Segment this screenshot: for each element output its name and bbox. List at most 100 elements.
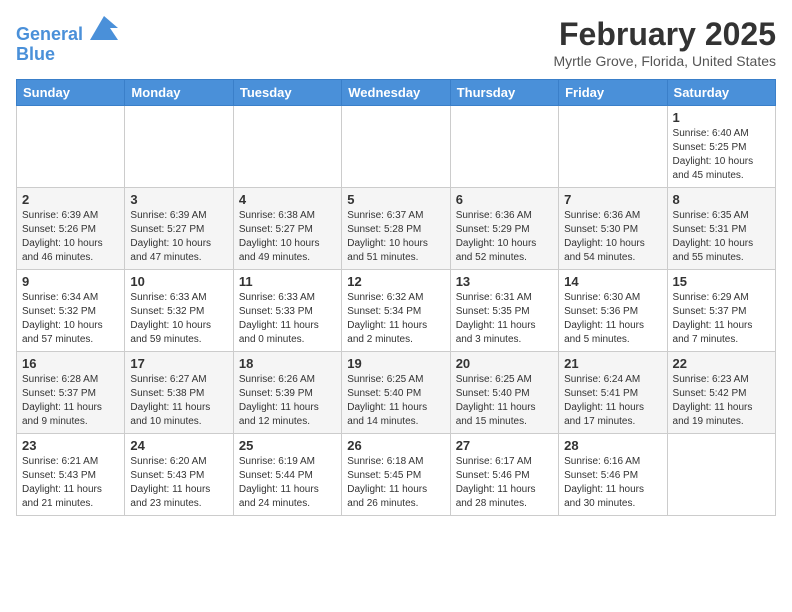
calendar-cell: 14 Sunrise: 6:30 AM Sunset: 5:36 PM Dayli… — [559, 270, 667, 352]
day-number: 9 — [22, 274, 119, 289]
week-row-2: 9 Sunrise: 6:34 AM Sunset: 5:32 PM Daylig… — [17, 270, 776, 352]
weekday-header-tuesday: Tuesday — [233, 80, 341, 106]
day-info: Sunrise: 6:23 AM Sunset: 5:42 PM Dayligh… — [673, 373, 770, 429]
day-info: Sunrise: 6:40 AM Sunset: 5:25 PM Dayligh… — [673, 127, 770, 183]
calendar-cell: 7Sunrise: 6:36 AM Sunset: 5:30 PM Daylig… — [559, 188, 667, 270]
day-number: 3 — [130, 192, 227, 207]
day-info: Sunrise: 6:25 AM Sunset: 5:40 PM Dayligh… — [347, 373, 444, 429]
calendar-cell — [667, 434, 775, 516]
day-number: 26 — [347, 438, 444, 453]
calendar-cell: 18Sunrise: 6:26 AM Sunset: 5:39 PM Dayli… — [233, 352, 341, 434]
weekday-header-sunday: Sunday — [17, 80, 125, 106]
day-info: Sunrise: 6:19 AM Sunset: 5:44 PM Dayligh… — [239, 455, 336, 511]
day-number: 19 — [347, 356, 444, 371]
calendar-cell: 4 Sunrise: 6:38 AM Sunset: 5:27 PM Daylig… — [233, 188, 341, 270]
calendar-cell: 12 Sunrise: 6:32 AM Sunset: 5:34 PM Dayli… — [342, 270, 450, 352]
day-info: Sunrise: 6:34 AM Sunset: 5:32 PM Dayligh… — [22, 291, 119, 347]
day-info: Sunrise: 6:24 AM Sunset: 5:41 PM Dayligh… — [564, 373, 661, 429]
calendar-cell: 24Sunrise: 6:20 AM Sunset: 5:43 PM Dayli… — [125, 434, 233, 516]
calendar-body: 1Sunrise: 6:40 AM Sunset: 5:25 PM Daylig… — [17, 106, 776, 516]
day-info: Sunrise: 6:16 AM Sunset: 5:46 PM Dayligh… — [564, 455, 661, 511]
week-row-3: 16Sunrise: 6:28 AM Sunset: 5:37 PM Dayli… — [17, 352, 776, 434]
calendar-cell — [233, 106, 341, 188]
day-number: 22 — [673, 356, 770, 371]
calendar-cell: 20 Sunrise: 6:25 AM Sunset: 5:40 PM Dayli… — [450, 352, 558, 434]
day-number: 25 — [239, 438, 336, 453]
logo-icon — [90, 16, 118, 40]
week-row-4: 23 Sunrise: 6:21 AM Sunset: 5:43 PM Dayli… — [17, 434, 776, 516]
weekday-header-saturday: Saturday — [667, 80, 775, 106]
day-number: 17 — [130, 356, 227, 371]
calendar-cell — [450, 106, 558, 188]
day-number: 16 — [22, 356, 119, 371]
day-number: 12 — [347, 274, 444, 289]
calendar-cell: 15 Sunrise: 6:29 AM Sunset: 5:37 PM Dayli… — [667, 270, 775, 352]
weekday-header-monday: Monday — [125, 80, 233, 106]
calendar-cell: 17 Sunrise: 6:27 AM Sunset: 5:38 PM Dayli… — [125, 352, 233, 434]
day-info: Sunrise: 6:38 AM Sunset: 5:27 PM Dayligh… — [239, 209, 336, 265]
logo-text: General Blue — [16, 16, 118, 65]
day-info: Sunrise: 6:29 AM Sunset: 5:37 PM Dayligh… — [673, 291, 770, 347]
calendar-cell: 22 Sunrise: 6:23 AM Sunset: 5:42 PM Dayli… — [667, 352, 775, 434]
day-info: Sunrise: 6:30 AM Sunset: 5:36 PM Dayligh… — [564, 291, 661, 347]
weekday-header-wednesday: Wednesday — [342, 80, 450, 106]
weekday-header-row: SundayMondayTuesdayWednesdayThursdayFrid… — [17, 80, 776, 106]
day-info: Sunrise: 6:39 AM Sunset: 5:27 PM Dayligh… — [130, 209, 227, 265]
day-number: 4 — [239, 192, 336, 207]
logo-line2: Blue — [16, 44, 55, 64]
page-header: General Blue February 2025 Myrtle Grove,… — [16, 16, 776, 69]
day-info: Sunrise: 6:25 AM Sunset: 5:40 PM Dayligh… — [456, 373, 553, 429]
day-number: 20 — [456, 356, 553, 371]
day-number: 8 — [673, 192, 770, 207]
logo: General Blue — [16, 16, 118, 65]
calendar-cell: 1Sunrise: 6:40 AM Sunset: 5:25 PM Daylig… — [667, 106, 775, 188]
calendar-cell — [125, 106, 233, 188]
day-info: Sunrise: 6:33 AM Sunset: 5:33 PM Dayligh… — [239, 291, 336, 347]
calendar-cell: 28 Sunrise: 6:16 AM Sunset: 5:46 PM Dayli… — [559, 434, 667, 516]
calendar-cell: 8Sunrise: 6:35 AM Sunset: 5:31 PM Daylig… — [667, 188, 775, 270]
day-number: 27 — [456, 438, 553, 453]
calendar-cell: 16Sunrise: 6:28 AM Sunset: 5:37 PM Dayli… — [17, 352, 125, 434]
day-info: Sunrise: 6:36 AM Sunset: 5:30 PM Dayligh… — [564, 209, 661, 265]
day-info: Sunrise: 6:27 AM Sunset: 5:38 PM Dayligh… — [130, 373, 227, 429]
day-info: Sunrise: 6:17 AM Sunset: 5:46 PM Dayligh… — [456, 455, 553, 511]
title-block: February 2025 Myrtle Grove, Florida, Uni… — [553, 16, 776, 69]
calendar-cell: 23 Sunrise: 6:21 AM Sunset: 5:43 PM Dayli… — [17, 434, 125, 516]
day-number: 28 — [564, 438, 661, 453]
day-number: 2 — [22, 192, 119, 207]
calendar-cell: 21 Sunrise: 6:24 AM Sunset: 5:41 PM Dayli… — [559, 352, 667, 434]
logo-line1: General — [16, 24, 83, 44]
calendar-cell: 26 Sunrise: 6:18 AM Sunset: 5:45 PM Dayli… — [342, 434, 450, 516]
day-info: Sunrise: 6:32 AM Sunset: 5:34 PM Dayligh… — [347, 291, 444, 347]
calendar-table: SundayMondayTuesdayWednesdayThursdayFrid… — [16, 79, 776, 516]
week-row-1: 2 Sunrise: 6:39 AM Sunset: 5:26 PM Daylig… — [17, 188, 776, 270]
calendar-cell — [559, 106, 667, 188]
weekday-header-friday: Friday — [559, 80, 667, 106]
calendar-cell: 3 Sunrise: 6:39 AM Sunset: 5:27 PM Daylig… — [125, 188, 233, 270]
calendar-cell: 13Sunrise: 6:31 AM Sunset: 5:35 PM Dayli… — [450, 270, 558, 352]
calendar-cell: 25 Sunrise: 6:19 AM Sunset: 5:44 PM Dayli… — [233, 434, 341, 516]
day-info: Sunrise: 6:39 AM Sunset: 5:26 PM Dayligh… — [22, 209, 119, 265]
day-info: Sunrise: 6:18 AM Sunset: 5:45 PM Dayligh… — [347, 455, 444, 511]
day-number: 5 — [347, 192, 444, 207]
day-number: 11 — [239, 274, 336, 289]
calendar-cell: 5 Sunrise: 6:37 AM Sunset: 5:28 PM Daylig… — [342, 188, 450, 270]
day-number: 23 — [22, 438, 119, 453]
week-row-0: 1Sunrise: 6:40 AM Sunset: 5:25 PM Daylig… — [17, 106, 776, 188]
day-info: Sunrise: 6:31 AM Sunset: 5:35 PM Dayligh… — [456, 291, 553, 347]
day-number: 21 — [564, 356, 661, 371]
day-info: Sunrise: 6:26 AM Sunset: 5:39 PM Dayligh… — [239, 373, 336, 429]
day-info: Sunrise: 6:37 AM Sunset: 5:28 PM Dayligh… — [347, 209, 444, 265]
day-info: Sunrise: 6:33 AM Sunset: 5:32 PM Dayligh… — [130, 291, 227, 347]
calendar-cell: 2 Sunrise: 6:39 AM Sunset: 5:26 PM Daylig… — [17, 188, 125, 270]
calendar-cell: 10 Sunrise: 6:33 AM Sunset: 5:32 PM Dayli… — [125, 270, 233, 352]
calendar-cell: 9 Sunrise: 6:34 AM Sunset: 5:32 PM Daylig… — [17, 270, 125, 352]
day-info: Sunrise: 6:20 AM Sunset: 5:43 PM Dayligh… — [130, 455, 227, 511]
day-number: 15 — [673, 274, 770, 289]
day-number: 10 — [130, 274, 227, 289]
day-info: Sunrise: 6:21 AM Sunset: 5:43 PM Dayligh… — [22, 455, 119, 511]
calendar-cell: 11 Sunrise: 6:33 AM Sunset: 5:33 PM Dayli… — [233, 270, 341, 352]
weekday-header-thursday: Thursday — [450, 80, 558, 106]
day-info: Sunrise: 6:36 AM Sunset: 5:29 PM Dayligh… — [456, 209, 553, 265]
day-number: 14 — [564, 274, 661, 289]
